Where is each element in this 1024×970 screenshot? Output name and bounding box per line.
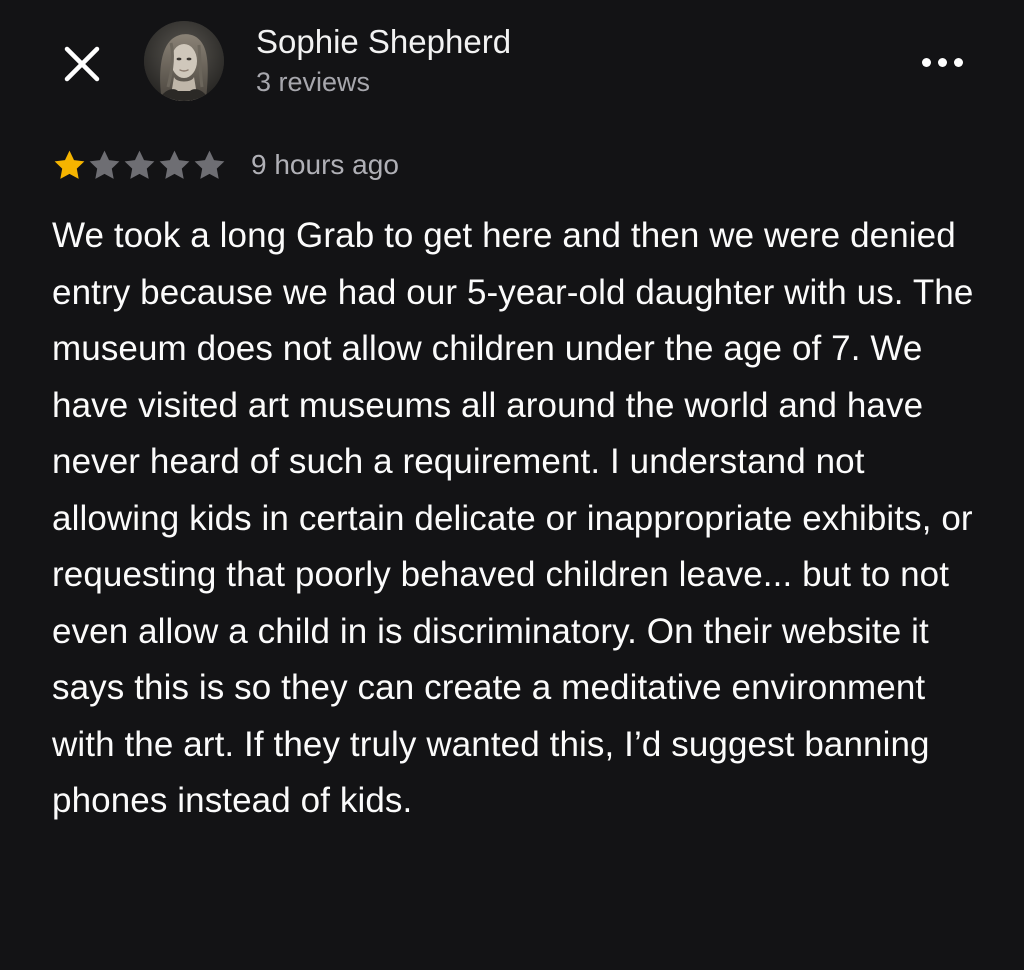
review-body: We took a long Grab to get here and then… bbox=[52, 216, 974, 820]
star-filled-icon bbox=[54, 150, 85, 179]
more-options-button[interactable] bbox=[914, 44, 970, 80]
star-empty-icon bbox=[124, 150, 155, 179]
review-detail-screen: Sophie Shepherd 3 reviews 9 hours ago We… bbox=[0, 0, 1024, 970]
author-reviews-count: 3 reviews bbox=[256, 67, 371, 97]
rating-row: 9 hours ago bbox=[52, 144, 399, 186]
star-empty-icon bbox=[194, 150, 225, 179]
close-icon bbox=[64, 46, 100, 82]
review-timestamp: 9 hours ago bbox=[251, 149, 399, 180]
star-empty-icon bbox=[159, 150, 190, 179]
more-horizontal-icon bbox=[921, 57, 931, 67]
more-horizontal-icon bbox=[953, 57, 963, 67]
star-rating bbox=[52, 148, 227, 183]
avatar-photo bbox=[144, 21, 224, 101]
avatar[interactable] bbox=[144, 21, 224, 101]
star-empty-icon bbox=[89, 150, 120, 179]
more-horizontal-icon bbox=[937, 57, 947, 67]
author-name[interactable]: Sophie Shepherd bbox=[256, 22, 511, 62]
close-button[interactable] bbox=[58, 40, 106, 88]
author-info: Sophie Shepherd 3 reviews bbox=[256, 22, 511, 100]
